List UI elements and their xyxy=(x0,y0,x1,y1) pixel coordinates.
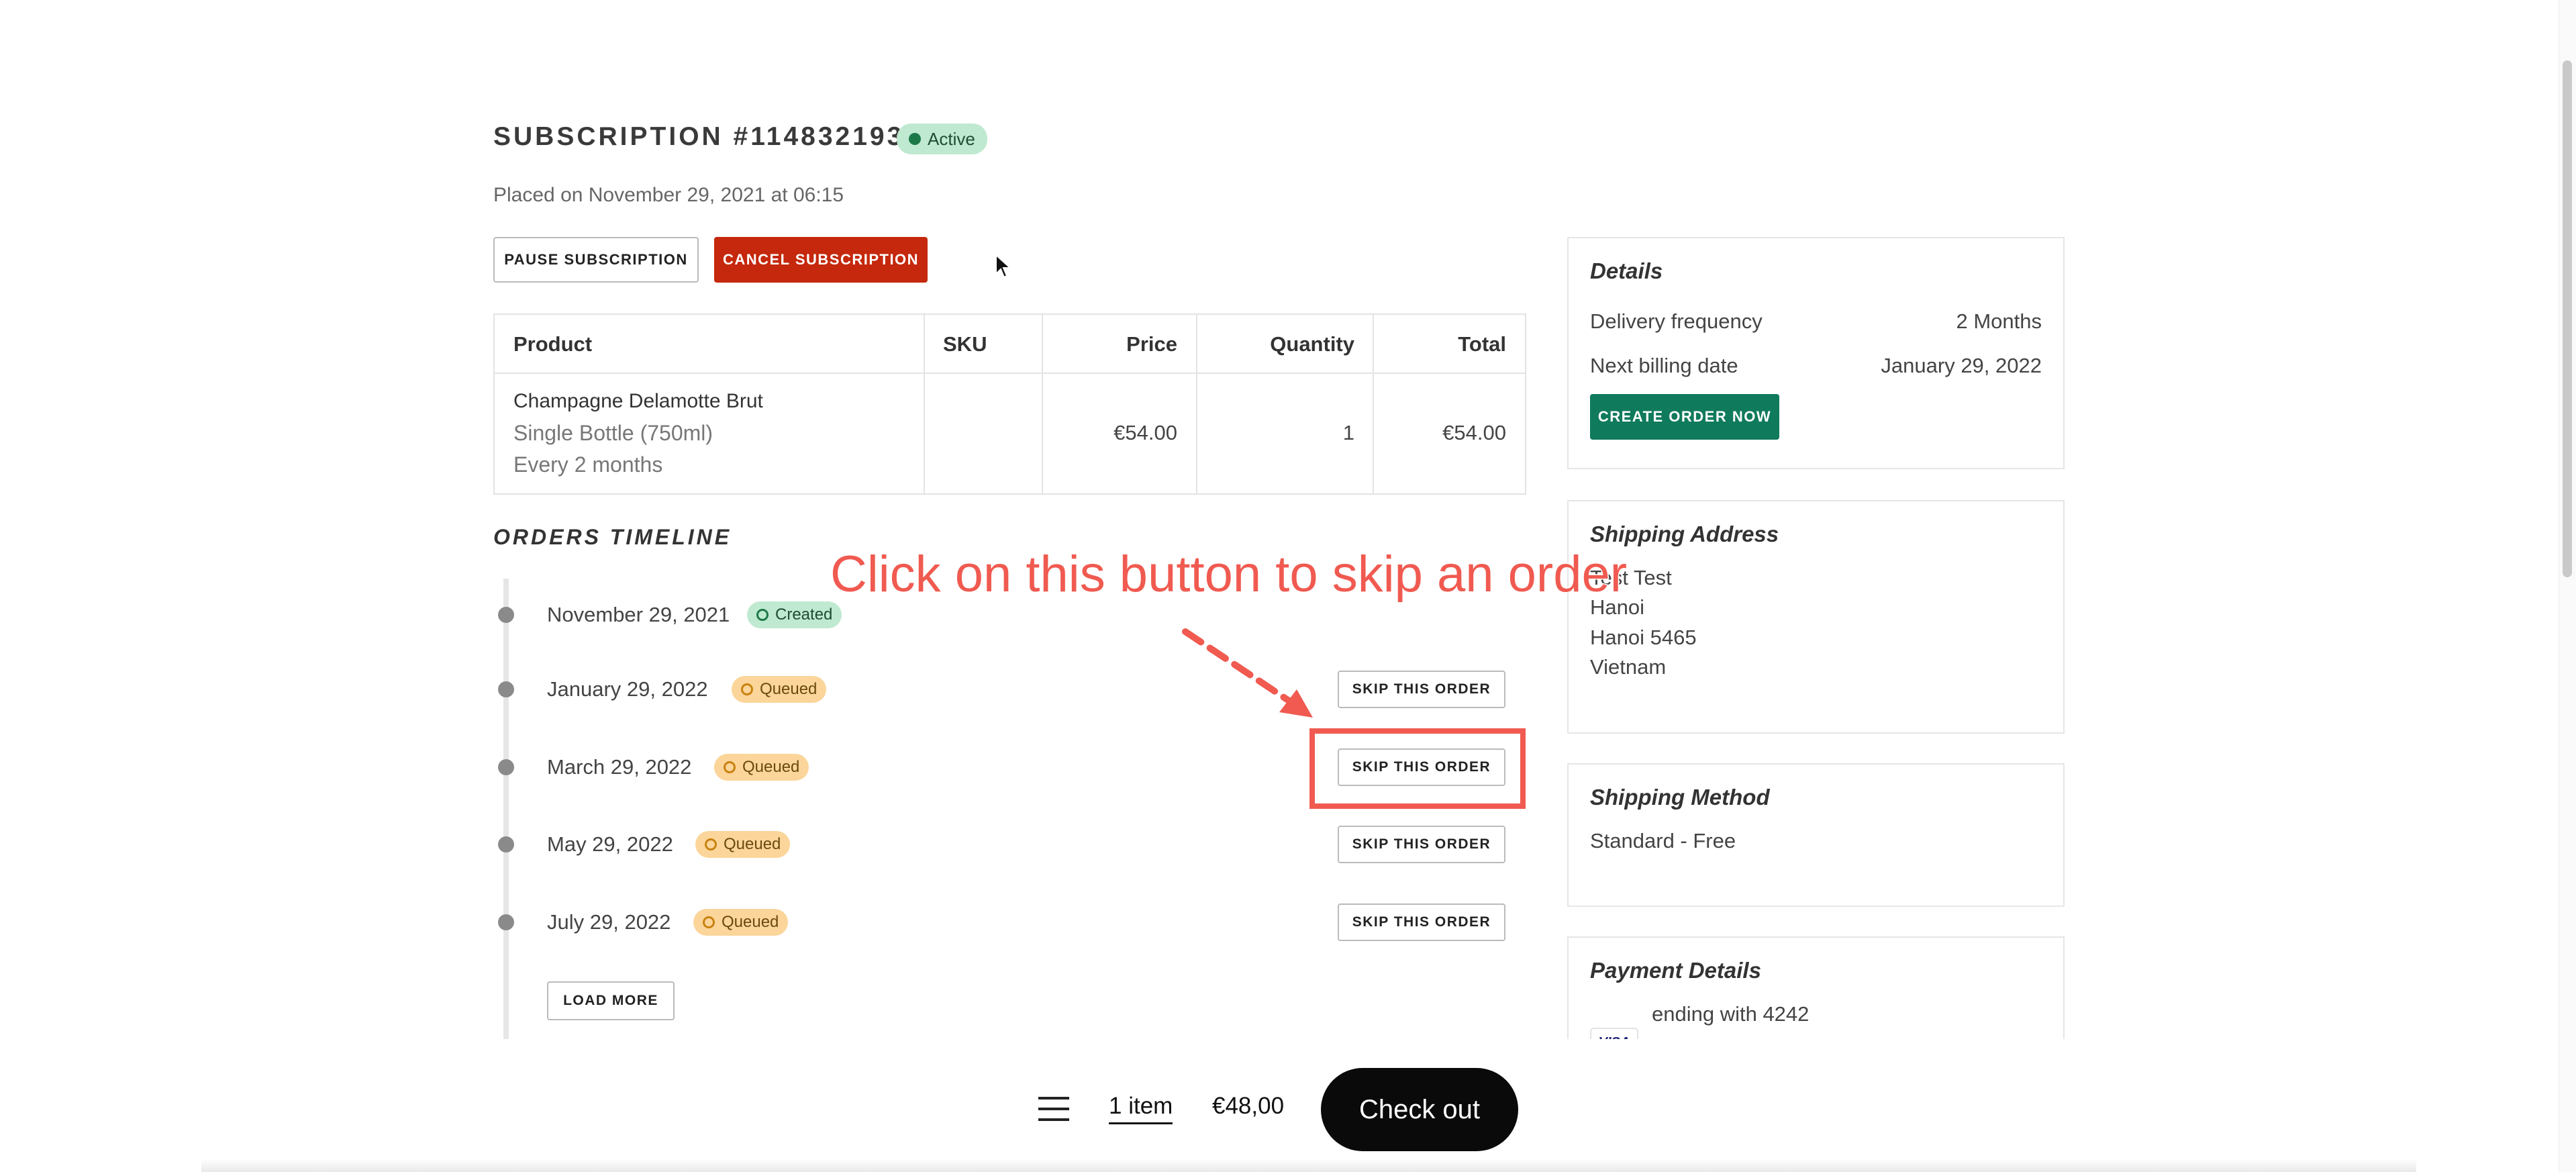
skip-order-button[interactable]: SKIP THIS ORDER xyxy=(1338,826,1505,863)
status-ring-icon xyxy=(724,761,736,773)
load-more-button[interactable]: LOAD MORE xyxy=(547,981,675,1020)
table-divider xyxy=(1196,315,1197,493)
column-header-price: Price xyxy=(1126,332,1177,356)
annotation-callout: Click on this button to skip an order xyxy=(829,545,1628,604)
status-badge-queued: Queued xyxy=(695,831,791,858)
shipping-method-panel: Shipping Method Standard - Free xyxy=(1567,763,2065,907)
column-header-quantity: Quantity xyxy=(1270,332,1354,356)
menu-icon[interactable] xyxy=(1038,1097,1069,1121)
table-header-divider xyxy=(495,373,1525,374)
timeline-dot-icon xyxy=(498,607,514,623)
card-ending: ending with 4242 xyxy=(1652,1002,1810,1026)
timeline-date: July 29, 2022 xyxy=(547,910,671,934)
status-badge-label: Active xyxy=(928,128,975,149)
status-ring-icon xyxy=(703,916,715,928)
product-frequency: Every 2 months xyxy=(513,452,663,477)
column-header-sku: SKU xyxy=(943,332,987,356)
timeline-date: March 29, 2022 xyxy=(547,755,692,779)
annotation-arrow-icon xyxy=(1182,628,1313,718)
status-badge: Active xyxy=(897,124,987,154)
status-badge-created: Created xyxy=(747,601,842,628)
cart-item-count[interactable]: 1 item xyxy=(1109,1093,1173,1124)
status-ring-icon xyxy=(705,838,717,850)
product-quantity: 1 xyxy=(1342,421,1354,444)
column-header-product: Product xyxy=(513,332,593,356)
product-price: €54.00 xyxy=(1113,421,1177,444)
next-billing-value: January 29, 2022 xyxy=(1881,354,2042,377)
checkout-button[interactable]: Check out xyxy=(1321,1068,1518,1151)
status-ring-icon xyxy=(741,683,753,695)
timeline-dot-icon xyxy=(498,836,514,852)
product-name: Champagne Delamotte Brut xyxy=(513,390,763,412)
product-variant: Single Bottle (750ml) xyxy=(513,421,713,445)
status-dot-icon xyxy=(909,133,921,145)
table-divider xyxy=(1373,315,1374,493)
column-header-total: Total xyxy=(1458,332,1506,356)
page-title: SUBSCRIPTION #1148321931 xyxy=(493,122,922,151)
annotation-highlight-box xyxy=(1309,728,1526,809)
cart-total: €48,00 xyxy=(1212,1093,1285,1119)
timeline-dot-icon xyxy=(498,681,514,697)
timeline-status: Created xyxy=(775,605,833,624)
delivery-frequency-label: Delivery frequency xyxy=(1590,309,1763,333)
status-badge-queued: Queued xyxy=(714,754,809,781)
timeline-status: Queued xyxy=(724,835,781,853)
table-divider xyxy=(1042,315,1043,493)
address-line: Hanoi 5465 xyxy=(1590,626,1697,649)
table-divider xyxy=(924,315,925,493)
timeline-dot-icon xyxy=(498,759,514,775)
skip-order-button[interactable]: SKIP THIS ORDER xyxy=(1338,671,1505,708)
payment-details-title: Payment Details xyxy=(1590,958,1761,983)
status-badge-queued: Queued xyxy=(732,676,827,703)
timeline-date: January 29, 2022 xyxy=(547,677,708,701)
status-ring-icon xyxy=(756,609,769,621)
timeline-date: November 29, 2021 xyxy=(547,603,730,626)
create-order-now-button[interactable]: CREATE ORDER NOW xyxy=(1590,394,1779,440)
timeline-status: Queued xyxy=(722,913,779,931)
next-billing-label: Next billing date xyxy=(1590,354,1738,377)
pause-subscription-button[interactable]: PAUSE SUBSCRIPTION xyxy=(493,237,699,283)
shipping-method-value: Standard - Free xyxy=(1590,829,1736,852)
skip-order-button[interactable]: SKIP THIS ORDER xyxy=(1338,904,1505,941)
cart-bar-shadow xyxy=(201,1159,2416,1172)
shipping-address-panel: Shipping Address Test Test Hanoi Hanoi 5… xyxy=(1567,500,2065,734)
timeline-dot-icon xyxy=(498,914,514,930)
product-total: €54.00 xyxy=(1442,421,1506,444)
shipping-method-title: Shipping Method xyxy=(1590,785,1770,810)
scrollbar-thumb[interactable] xyxy=(2563,60,2572,577)
status-badge-queued: Queued xyxy=(693,909,789,936)
timeline-status: Queued xyxy=(742,758,800,776)
timeline-status: Queued xyxy=(760,680,818,698)
placed-date: Placed on November 29, 2021 at 06:15 xyxy=(493,184,844,206)
mouse-cursor-icon xyxy=(995,254,1012,279)
address-line: Vietnam xyxy=(1590,655,1667,679)
orders-timeline-title: ORDERS TIMELINE xyxy=(493,525,732,549)
timeline-date: May 29, 2022 xyxy=(547,832,673,856)
delivery-frequency-value: 2 Months xyxy=(1956,309,2042,333)
details-title: Details xyxy=(1590,258,1663,283)
shipping-address-title: Shipping Address xyxy=(1590,522,1779,546)
cancel-subscription-button[interactable]: CANCEL SUBSCRIPTION xyxy=(714,237,928,283)
details-panel: Details Delivery frequency 2 Months Next… xyxy=(1567,237,2065,469)
product-table: Product SKU Price Quantity Total Champag… xyxy=(493,313,1526,495)
